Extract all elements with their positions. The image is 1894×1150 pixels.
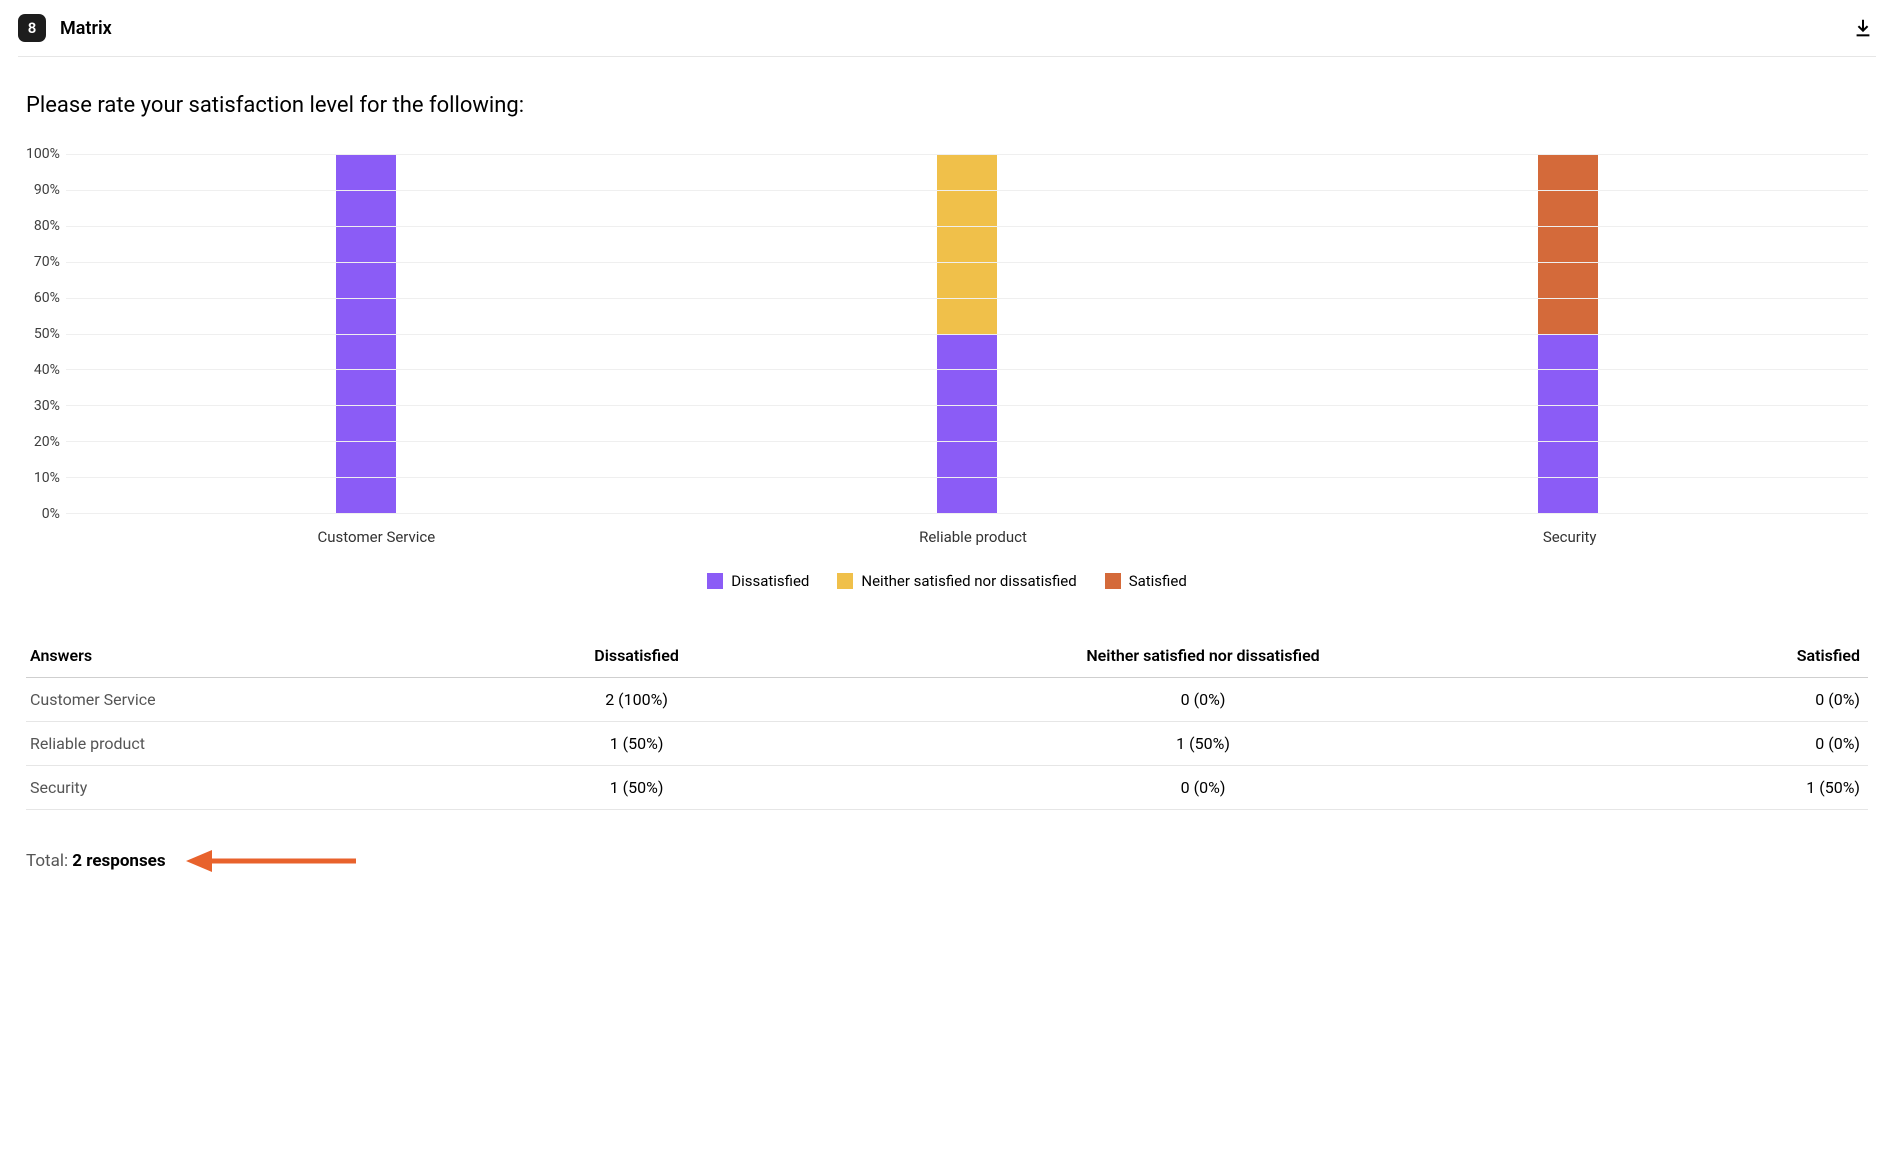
x-axis-label: Security: [1271, 528, 1868, 546]
stacked-bar-chart: 100%90%80%70%60%50%40%30%20%10%0%: [26, 154, 1868, 514]
legend-item: Satisfied: [1105, 572, 1187, 590]
table-cell: 1 (50%): [1612, 766, 1868, 810]
table-cell: 1 (50%): [480, 722, 794, 766]
chart-gridline: [66, 190, 1868, 191]
total-label: Total:: [26, 851, 68, 871]
table-header-cell: Dissatisfied: [480, 634, 794, 678]
table-row-label: Security: [26, 766, 480, 810]
table-cell: 0 (0%): [1612, 722, 1868, 766]
table-header-row: AnswersDissatisfiedNeither satisfied nor…: [26, 634, 1868, 678]
bar-segment: [1538, 334, 1598, 514]
bar-segment: [937, 154, 997, 334]
table-row-label: Customer Service: [26, 678, 480, 722]
table-row-label: Reliable product: [26, 722, 480, 766]
question-header: 8 Matrix: [18, 14, 1876, 57]
table-header-cell: Answers: [26, 634, 480, 678]
table-cell: 2 (100%): [480, 678, 794, 722]
annotation-arrow-icon: [186, 846, 356, 876]
chart-y-axis: 100%90%80%70%60%50%40%30%20%10%0%: [26, 154, 60, 514]
chart-gridline: [66, 154, 1868, 155]
question-content: Please rate your satisfaction level for …: [18, 57, 1876, 876]
answers-table: AnswersDissatisfiedNeither satisfied nor…: [26, 634, 1868, 810]
legend-swatch: [707, 573, 723, 589]
table-row: Security1 (50%)0 (0%)1 (50%): [26, 766, 1868, 810]
question-title: Please rate your satisfaction level for …: [26, 93, 1868, 118]
download-icon[interactable]: [1850, 15, 1876, 41]
chart-gridline: [66, 405, 1868, 406]
chart-gridline: [66, 226, 1868, 227]
table-header-cell: Neither satisfied nor dissatisfied: [794, 634, 1613, 678]
table-cell: 1 (50%): [794, 722, 1613, 766]
legend-item: Dissatisfied: [707, 572, 809, 590]
question-number-badge: 8: [18, 14, 46, 42]
legend-label: Dissatisfied: [731, 572, 809, 590]
table-cell: 0 (0%): [794, 766, 1613, 810]
chart-legend: Dissatisfied Neither satisfied nor dissat…: [26, 572, 1868, 590]
total-row: Total: 2 responses: [26, 846, 1868, 876]
table-row: Reliable product1 (50%)1 (50%)0 (0%): [26, 722, 1868, 766]
table-cell: 0 (0%): [794, 678, 1613, 722]
chart-gridline: [66, 334, 1868, 335]
chart-gridline: [66, 513, 1868, 514]
chart-gridline: [66, 369, 1868, 370]
legend-label: Satisfied: [1129, 572, 1187, 590]
table-header-cell: Satisfied: [1612, 634, 1868, 678]
chart-gridline: [66, 298, 1868, 299]
chart-gridline: [66, 262, 1868, 263]
question-type-label: Matrix: [60, 18, 112, 39]
table-row: Customer Service2 (100%)0 (0%)0 (0%): [26, 678, 1868, 722]
header-left: 8 Matrix: [18, 14, 112, 42]
table-cell: 1 (50%): [480, 766, 794, 810]
chart-gridline: [66, 441, 1868, 442]
legend-swatch: [1105, 573, 1121, 589]
chart-gridline: [66, 477, 1868, 478]
bar-segment: [937, 334, 997, 514]
bar-segment: [1538, 154, 1598, 334]
chart-plot-area: [66, 154, 1868, 514]
total-value: 2 responses: [72, 851, 165, 871]
legend-swatch: [837, 573, 853, 589]
legend-item: Neither satisfied nor dissatisfied: [837, 572, 1076, 590]
table-body: Customer Service2 (100%)0 (0%)0 (0%)Reli…: [26, 678, 1868, 810]
table-cell: 0 (0%): [1612, 678, 1868, 722]
x-axis-label: Reliable product: [675, 528, 1272, 546]
x-axis-label: Customer Service: [78, 528, 675, 546]
chart-x-axis: Customer ServiceReliable productSecurity: [78, 528, 1868, 546]
legend-label: Neither satisfied nor dissatisfied: [861, 572, 1076, 590]
